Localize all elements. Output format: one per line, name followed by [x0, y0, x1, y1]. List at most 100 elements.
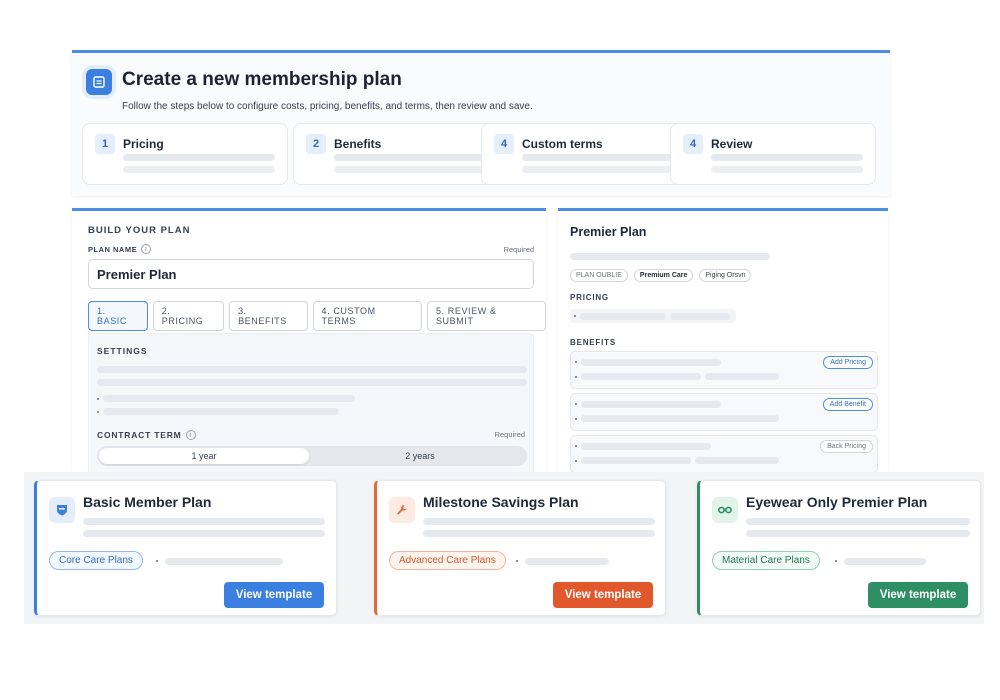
template-placeholder-line — [83, 518, 325, 525]
tab-benefits[interactable]: 3. BENEFITS — [229, 301, 308, 331]
settings-placeholder-line — [97, 366, 527, 373]
plan-category-badge: Advanced Care Plans — [389, 551, 506, 570]
template-placeholder-line — [423, 518, 655, 525]
shield-icon — [49, 497, 75, 523]
step-placeholder-line — [334, 154, 486, 161]
term-option-1-year[interactable]: 1 year — [99, 448, 309, 464]
contract-term-toggle: 1 year 2 years — [97, 446, 527, 466]
bullet-dot — [97, 411, 99, 413]
template-title: Eyewear Only Premier Plan — [746, 494, 928, 510]
required-label: Required — [503, 245, 534, 254]
bullet-dot — [575, 361, 577, 363]
plan-name-label: PLAN NAME i — [88, 244, 152, 254]
plan-icon — [86, 69, 112, 95]
benefit-row: Add Pricing — [570, 351, 878, 389]
add-benefit-button[interactable]: Add Benefit — [822, 398, 873, 411]
template-placeholder-line — [423, 530, 655, 537]
step-label: Pricing — [123, 137, 164, 151]
step-number: 1 — [95, 134, 115, 154]
plan-preview-card: Premier Plan PLAN OUBLIE Premium Care Pi… — [558, 208, 888, 472]
bullet-dot — [575, 376, 577, 378]
settings-title: SETTINGS — [97, 346, 148, 356]
bullet-dot — [575, 418, 577, 420]
template-title: Basic Member Plan — [83, 494, 212, 510]
step-custom-terms[interactable]: 4 Custom terms — [481, 123, 687, 185]
benefit-row: Back Pricing — [570, 435, 878, 472]
tab-basic[interactable]: 1. BASIC — [88, 301, 148, 331]
bullet-dot — [97, 398, 99, 400]
step-placeholder-line — [123, 166, 275, 173]
tab-review-submit[interactable]: 5. REVIEW & SUBMIT — [426, 301, 546, 331]
step-placeholder-line — [334, 166, 486, 173]
template-placeholder-line — [83, 530, 325, 537]
step-pricing[interactable]: 1 Pricing — [82, 123, 288, 185]
step-placeholder-line — [711, 154, 863, 161]
benefit-placeholder-line — [705, 373, 779, 380]
plan-category-badge: Material Care Plans — [712, 551, 820, 570]
settings-panel: SETTINGS CONTRACT TERM i Required 1 year… — [88, 333, 534, 472]
template-title: Milestone Savings Plan — [423, 494, 579, 510]
settings-placeholder-line — [103, 395, 355, 402]
plan-category-badge: Core Care Plans — [49, 551, 143, 570]
page-title: Create a new membership plan — [122, 69, 402, 90]
step-label: Review — [711, 137, 753, 151]
template-card-eyewear: Eyewear Only Premier Plan Material Care … — [697, 480, 981, 616]
preview-title: Premier Plan — [570, 225, 647, 239]
bullet-dot — [835, 560, 837, 562]
view-template-button[interactable]: View template — [224, 582, 324, 608]
tab-custom-terms[interactable]: 4. CUSTOM TERMS — [312, 301, 422, 331]
wizard-header-card: Create a new membership plan Follow the … — [72, 50, 890, 196]
build-plan-title: BUILD YOUR PLAN — [88, 225, 191, 236]
bullet-dot — [575, 445, 577, 447]
preview-chips: PLAN OUBLIE Premium Care Piging Orsvn — [570, 269, 752, 282]
page-subtitle: Follow the steps below to configure cost… — [122, 101, 533, 112]
template-placeholder-line — [525, 558, 609, 565]
build-plan-card: BUILD YOUR PLAN PLAN NAME i Required 1. … — [72, 208, 546, 472]
view-template-button[interactable]: View template — [868, 582, 968, 608]
step-benefits[interactable]: 2 Benefits — [293, 123, 499, 185]
step-placeholder-line — [522, 166, 674, 173]
contract-term-label: CONTRACT TERM i — [97, 430, 196, 440]
step-label: Benefits — [334, 137, 382, 151]
pricing-section-label: PRICING — [570, 293, 609, 302]
plan-chip: PLAN OUBLIE — [570, 269, 628, 282]
back-pricing-button[interactable]: Back Pricing — [820, 440, 873, 453]
view-template-button[interactable]: View template — [553, 582, 653, 608]
benefit-placeholder-line — [581, 457, 691, 464]
info-icon[interactable]: i — [185, 430, 196, 440]
glasses-icon — [712, 497, 738, 523]
info-icon[interactable]: i — [141, 244, 152, 254]
step-number: 4 — [494, 134, 514, 154]
step-label: Custom terms — [522, 137, 603, 151]
bullet-dot — [156, 560, 158, 562]
pricing-row — [570, 309, 736, 323]
template-card-basic: Basic Member Plan Core Care Plans View t… — [34, 480, 337, 616]
plan-name-input[interactable] — [88, 259, 534, 289]
pricing-placeholder-line — [670, 313, 730, 320]
benefit-placeholder-line — [581, 415, 779, 422]
template-placeholder-line — [746, 518, 970, 525]
term-option-2-years[interactable]: 2 years — [315, 448, 525, 464]
template-placeholder-line — [746, 530, 970, 537]
preview-placeholder-line — [570, 253, 770, 260]
step-number: 2 — [306, 134, 326, 154]
step-placeholder-line — [522, 154, 674, 161]
plan-chip: Premium Care — [633, 269, 694, 282]
benefit-placeholder-line — [581, 373, 701, 380]
step-review[interactable]: 4 Review — [670, 123, 876, 185]
benefits-section-label: BENEFITS — [570, 338, 616, 347]
bullet-dot — [575, 460, 577, 462]
tab-pricing[interactable]: 2. PRICING — [152, 301, 225, 331]
template-placeholder-line — [165, 558, 283, 565]
template-placeholder-line — [844, 558, 926, 565]
wizard-tabs: 1. BASIC 2. PRICING 3. BENEFITS 4. CUSTO… — [88, 301, 546, 331]
benefit-placeholder-line — [581, 443, 711, 450]
settings-placeholder-line — [103, 408, 339, 415]
step-placeholder-line — [123, 154, 275, 161]
benefit-placeholder-line — [695, 457, 779, 464]
add-pricing-button[interactable]: Add Pricing — [823, 356, 873, 369]
benefit-placeholder-line — [581, 401, 721, 408]
step-number: 4 — [683, 134, 703, 154]
plan-chip: Piging Orsvn — [699, 269, 752, 282]
bullet-dot — [574, 315, 576, 317]
